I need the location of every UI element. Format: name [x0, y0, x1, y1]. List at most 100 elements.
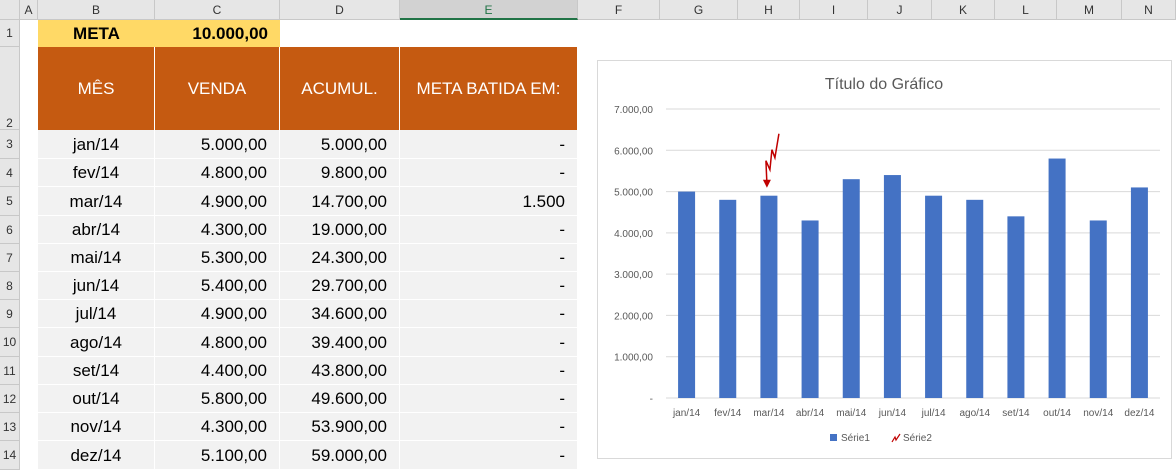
column-header-a[interactable]: A	[20, 0, 38, 20]
cell-venda[interactable]: 4.300,00	[155, 413, 280, 441]
cell-acumul[interactable]: 53.900,00	[280, 413, 400, 441]
cell-meta-batida[interactable]: -	[400, 272, 578, 300]
row-header-14[interactable]: 14	[0, 441, 20, 470]
cell-acumul[interactable]: 43.800,00	[280, 357, 400, 385]
cell-venda[interactable]: 4.900,00	[155, 187, 280, 216]
x-tick-label: set/14	[1002, 408, 1030, 419]
cell-venda[interactable]: 4.300,00	[155, 216, 280, 244]
cell-venda[interactable]: 4.900,00	[155, 300, 280, 328]
cell-acumul[interactable]: 5.000,00	[280, 130, 400, 159]
column-header-d[interactable]: D	[280, 0, 400, 20]
cell-mes[interactable]: mai/14	[38, 244, 155, 272]
cell-venda[interactable]: 4.400,00	[155, 357, 280, 385]
row-header-10[interactable]: 10	[0, 328, 20, 357]
bar	[842, 179, 860, 398]
cell-mes[interactable]: jun/14	[38, 272, 155, 300]
cell-meta-batida[interactable]: -	[400, 413, 578, 441]
cell-meta-batida[interactable]: 1.500	[400, 187, 578, 216]
cell-acumul[interactable]: 34.600,00	[280, 300, 400, 328]
cell-meta-batida[interactable]: -	[400, 357, 578, 385]
row-header-9[interactable]: 9	[0, 300, 20, 328]
row-header-3[interactable]: 3	[0, 130, 20, 159]
cell-meta-batida[interactable]: -	[400, 441, 578, 470]
row-header-12[interactable]: 12	[0, 385, 20, 413]
bar	[1089, 220, 1107, 398]
cell-venda[interactable]: 4.800,00	[155, 328, 280, 357]
bar	[760, 195, 778, 398]
cell-mes[interactable]: nov/14	[38, 413, 155, 441]
cell-venda[interactable]: 5.400,00	[155, 272, 280, 300]
cell-mes[interactable]: out/14	[38, 385, 155, 413]
cell-acumul[interactable]: 29.700,00	[280, 272, 400, 300]
chart[interactable]: Título do Gráfico - 1.000,00 2.000,00 3.000,…	[597, 60, 1172, 459]
cell-mes[interactable]: abr/14	[38, 216, 155, 244]
column-header-n[interactable]: N	[1122, 0, 1176, 20]
column-header-f[interactable]: F	[578, 0, 660, 20]
cell-meta-batida[interactable]: -	[400, 244, 578, 272]
cell-mes[interactable]: mar/14	[38, 187, 155, 216]
cell-mes[interactable]: jul/14	[38, 300, 155, 328]
meta-value-cell[interactable]: 10.000,00	[155, 20, 280, 47]
cell-acumul[interactable]: 9.800,00	[280, 159, 400, 187]
cell-venda[interactable]: 5.300,00	[155, 244, 280, 272]
bar	[883, 175, 901, 398]
header-mes[interactable]: MÊS	[38, 47, 155, 130]
cell-meta-batida[interactable]: -	[400, 300, 578, 328]
row-header-11[interactable]: 11	[0, 357, 20, 385]
row-header-1[interactable]: 1	[0, 20, 20, 47]
column-header-k[interactable]: K	[932, 0, 995, 20]
bar	[925, 195, 943, 398]
cell-acumul[interactable]: 14.700,00	[280, 187, 400, 216]
cell-acumul[interactable]: 49.600,00	[280, 385, 400, 413]
select-all-corner[interactable]	[0, 0, 20, 20]
cell-meta-batida[interactable]: -	[400, 216, 578, 244]
cell-venda[interactable]: 5.100,00	[155, 441, 280, 470]
column-header-e[interactable]: E	[400, 0, 578, 20]
cell-mes[interactable]: fev/14	[38, 159, 155, 187]
bar-chart: Título do Gráfico - 1.000,00 2.000,00 3.000,…	[614, 76, 1160, 444]
chart-title: Título do Gráfico	[825, 76, 943, 93]
column-header-m[interactable]: M	[1057, 0, 1122, 20]
y-tick-label: -	[650, 394, 653, 405]
column-header-c[interactable]: C	[155, 0, 280, 20]
cell-meta-batida[interactable]: -	[400, 385, 578, 413]
y-tick-label: 7.000,00	[614, 105, 653, 116]
row-header-7[interactable]: 7	[0, 244, 20, 272]
cell-acumul[interactable]: 19.000,00	[280, 216, 400, 244]
cell-acumul[interactable]: 59.000,00	[280, 441, 400, 470]
cell-mes[interactable]: dez/14	[38, 441, 155, 470]
cell-venda[interactable]: 5.000,00	[155, 130, 280, 159]
row-header-5[interactable]: 5	[0, 187, 20, 216]
header-meta-batida[interactable]: META BATIDA EM:	[400, 47, 578, 130]
meta-label-cell[interactable]: META	[38, 20, 155, 47]
bar	[801, 220, 819, 398]
column-header-h[interactable]: H	[738, 0, 800, 20]
cell-mes[interactable]: jan/14	[38, 130, 155, 159]
cell-meta-batida[interactable]: -	[400, 328, 578, 357]
x-tick-label: nov/14	[1083, 408, 1113, 419]
row-header-8[interactable]: 8	[0, 272, 20, 300]
cell-meta-batida[interactable]: -	[400, 130, 578, 159]
column-header-g[interactable]: G	[660, 0, 738, 20]
legend-swatch-serie1	[830, 434, 837, 441]
header-venda[interactable]: VENDA	[155, 47, 280, 130]
column-header-i[interactable]: I	[800, 0, 868, 20]
bar	[1007, 216, 1025, 398]
column-header-j[interactable]: J	[868, 0, 932, 20]
header-acumul[interactable]: ACUMUL.	[280, 47, 400, 130]
column-header-b[interactable]: B	[38, 0, 155, 20]
cell-mes[interactable]: ago/14	[38, 328, 155, 357]
row-header-13[interactable]: 13	[0, 413, 20, 441]
cell-acumul[interactable]: 24.300,00	[280, 244, 400, 272]
bar	[678, 191, 696, 398]
row-header-6[interactable]: 6	[0, 216, 20, 244]
row-header-2[interactable]: 2	[0, 47, 20, 130]
bar	[1130, 187, 1148, 398]
row-header-4[interactable]: 4	[0, 159, 20, 187]
cell-meta-batida[interactable]: -	[400, 159, 578, 187]
cell-venda[interactable]: 5.800,00	[155, 385, 280, 413]
column-header-l[interactable]: L	[995, 0, 1057, 20]
cell-mes[interactable]: set/14	[38, 357, 155, 385]
cell-venda[interactable]: 4.800,00	[155, 159, 280, 187]
cell-acumul[interactable]: 39.400,00	[280, 328, 400, 357]
